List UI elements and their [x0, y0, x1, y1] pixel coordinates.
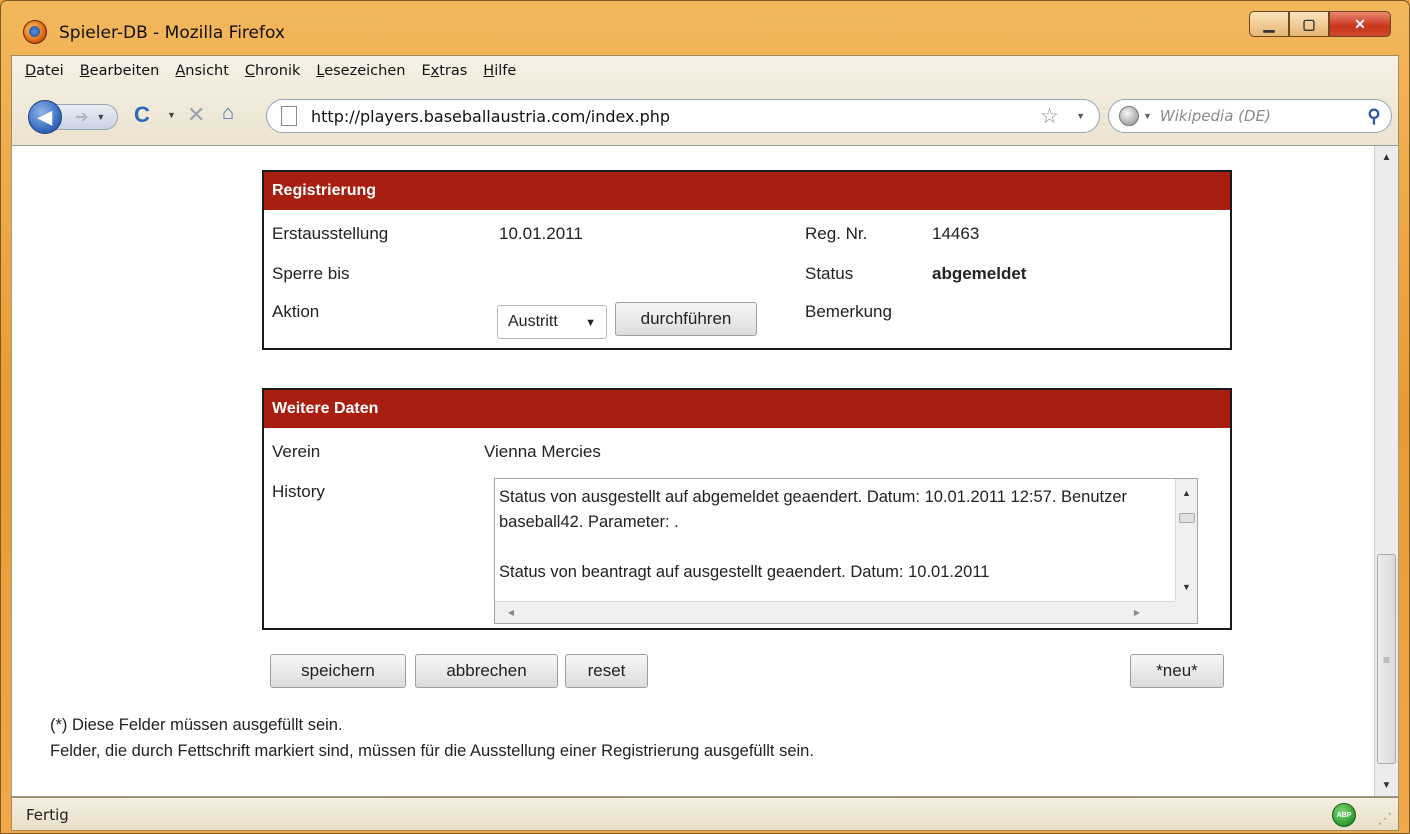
verein-value: Vienna Mercies [484, 442, 601, 461]
regnr-value: 14463 [932, 224, 980, 243]
page-viewport: Registrierung Erstausstellung 10.01.2011… [11, 145, 1399, 797]
forward-button[interactable]: ➔ ▼ [56, 104, 118, 130]
history-entry: Status von ausgestellt auf abgemeldet ge… [499, 488, 1128, 531]
status-label: Status [805, 264, 854, 283]
bookmark-star-icon[interactable]: ☆ [1040, 104, 1059, 129]
adblock-plus-icon[interactable]: ABP [1332, 803, 1356, 827]
registrierung-panel: Registrierung Erstausstellung 10.01.2011… [262, 170, 1232, 350]
history-label: History [272, 482, 325, 501]
menu-chronik[interactable]: Chronik [237, 61, 308, 87]
page-content: Registrierung Erstausstellung 10.01.2011… [12, 146, 1364, 796]
reset-button[interactable]: reset [565, 654, 648, 688]
menu-extras[interactable]: Extras [413, 61, 475, 87]
menu-lesezeichen[interactable]: Lesezeichen [308, 61, 413, 87]
wikipedia-icon[interactable] [1119, 106, 1139, 126]
search-engine-dropdown-icon[interactable]: ▼ [1143, 111, 1152, 121]
reload-icon[interactable]: C [134, 102, 150, 128]
erstausstellung-label: Erstausstellung [272, 224, 389, 243]
weitere-daten-panel: Weitere Daten Verein Vienna Mercies Hist… [262, 388, 1232, 630]
window-controls: ▁ ▢ ✕ [1249, 11, 1391, 37]
maximize-button[interactable]: ▢ [1289, 11, 1329, 37]
url-text[interactable]: http://players.baseballaustria.com/index… [311, 107, 670, 126]
url-dropdown-icon[interactable]: ▼ [1076, 111, 1085, 121]
page-vertical-scrollbar[interactable]: ▲ ≡ ▼ [1374, 146, 1398, 796]
home-icon[interactable]: ⌂ [222, 102, 234, 125]
menu-bar: Datei Bearbeiten Ansicht Chronik Lesezei… [12, 61, 524, 87]
search-bar[interactable]: ▼ Wikipedia (DE) ⚲ [1108, 99, 1392, 133]
aktion-select-value: Austritt [508, 313, 558, 330]
history-textarea[interactable]: Status von ausgestellt auf abgemeldet ge… [494, 478, 1198, 624]
arrow-right-icon: ➔ [75, 109, 89, 126]
aktion-select[interactable]: Austritt ▼ [497, 305, 607, 339]
browser-chrome: Datei Bearbeiten Ansicht Chronik Lesezei… [11, 55, 1399, 145]
page-scroll-thumb[interactable]: ≡ [1377, 554, 1396, 764]
search-placeholder[interactable]: Wikipedia (DE) [1160, 107, 1271, 125]
status-value: abgemeldet [932, 264, 1027, 283]
registrierung-header: Registrierung [264, 172, 1230, 210]
abbrechen-button[interactable]: abbrechen [415, 654, 558, 688]
title-bar: Spieler-DB - Mozilla Firefox ▁ ▢ ✕ [1, 1, 1409, 55]
history-vertical-scrollbar[interactable]: ▲ ▼ [1175, 479, 1197, 603]
regnr-label: Reg. Nr. [805, 224, 868, 243]
scroll-up-icon[interactable]: ▲ [1176, 483, 1197, 503]
navigation-toolbar: ➔ ▼ ◀ C ▼ ✕ ⌂ http://players.baseballaus… [12, 94, 1400, 138]
speichern-button[interactable]: speichern [270, 654, 406, 688]
menu-datei[interactable]: Datei [12, 61, 72, 87]
neu-button[interactable]: *neu* [1130, 654, 1224, 688]
history-dropdown-icon[interactable]: ▼ [96, 112, 105, 122]
scroll-down-icon[interactable]: ▼ [1375, 774, 1398, 796]
menu-ansicht[interactable]: Ansicht [167, 61, 237, 87]
stop-icon[interactable]: ✕ [187, 102, 205, 128]
scroll-left-icon[interactable]: ◀ [501, 602, 521, 623]
close-button[interactable]: ✕ [1329, 11, 1391, 37]
minimize-button[interactable]: ▁ [1249, 11, 1289, 37]
resize-grip-icon[interactable]: ⋰ [1378, 810, 1392, 827]
chevron-down-icon: ▼ [585, 317, 596, 329]
menu-bearbeiten[interactable]: Bearbeiten [72, 61, 168, 87]
search-icon[interactable]: ⚲ [1363, 105, 1385, 127]
url-bar[interactable]: http://players.baseballaustria.com/index… [266, 99, 1100, 133]
status-bar: Fertig ABP ⋰ [11, 797, 1399, 831]
history-text: Status von ausgestellt auf abgemeldet ge… [499, 485, 1167, 585]
menu-hilfe[interactable]: Hilfe [475, 61, 524, 87]
bold-fields-note: Felder, die durch Fettschrift markiert s… [50, 742, 814, 760]
history-scroll-thumb[interactable] [1179, 513, 1195, 523]
scroll-right-icon[interactable]: ▶ [1127, 602, 1147, 623]
weitere-daten-header: Weitere Daten [264, 390, 1230, 428]
erstausstellung-value: 10.01.2011 [499, 224, 583, 243]
history-entry: Status von beantragt auf ausgestellt gea… [499, 563, 990, 581]
textarea-resize-corner [1175, 601, 1197, 623]
status-text: Fertig [26, 806, 69, 824]
durchfuehren-button[interactable]: durchführen [615, 302, 757, 336]
firefox-icon [23, 20, 47, 44]
arrow-left-icon: ◀ [38, 106, 52, 127]
scroll-up-icon[interactable]: ▲ [1375, 146, 1398, 168]
page-icon [281, 106, 297, 126]
history-horizontal-scrollbar[interactable]: ◀ ▶ [495, 601, 1177, 623]
aktion-label: Aktion [272, 302, 320, 321]
window-title: Spieler-DB - Mozilla Firefox [59, 23, 285, 43]
required-note: (*) Diese Felder müssen ausgefüllt sein. [50, 716, 343, 734]
grip-icon: ≡ [1383, 653, 1391, 667]
scroll-down-icon[interactable]: ▼ [1176, 577, 1197, 597]
reload-dropdown-icon[interactable]: ▼ [167, 110, 176, 120]
sperre-label: Sperre bis [272, 264, 350, 283]
back-button[interactable]: ◀ [28, 100, 62, 134]
verein-label: Verein [272, 442, 321, 461]
browser-window: Spieler-DB - Mozilla Firefox ▁ ▢ ✕ Datei… [0, 0, 1410, 834]
bemerkung-label: Bemerkung [805, 302, 892, 321]
